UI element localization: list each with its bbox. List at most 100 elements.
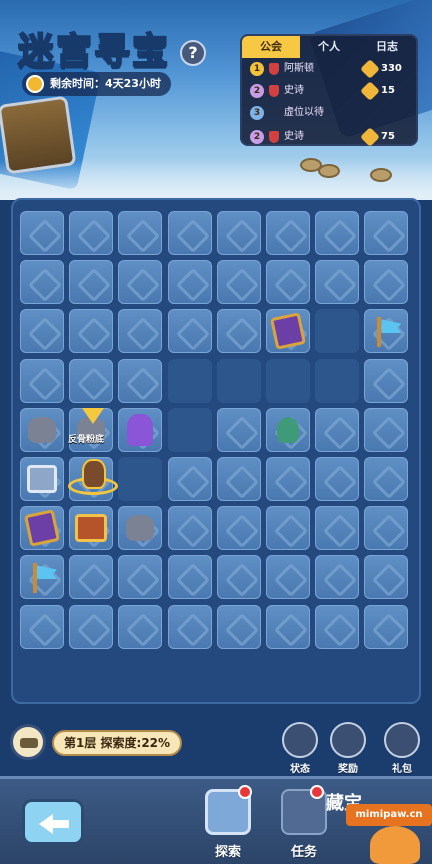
gargoyle-monster[interactable] [20, 408, 64, 452]
flag-item-sprite [29, 563, 55, 594]
maze-tile[interactable] [118, 211, 163, 255]
tab-2[interactable]: 日志 [358, 36, 416, 58]
maze-tile[interactable] [216, 211, 261, 255]
maze-tile[interactable] [69, 604, 114, 649]
maze-tile[interactable] [315, 555, 360, 600]
maze-tile[interactable] [315, 506, 360, 551]
explored-tile[interactable] [266, 358, 310, 403]
maze-tile[interactable] [69, 555, 114, 600]
spell-book-item[interactable] [266, 309, 310, 353]
maze-tile[interactable] [364, 457, 409, 501]
maze-tile[interactable] [69, 260, 114, 305]
ghost-button[interactable]: 状态 [280, 722, 320, 775]
maze-tile[interactable] [118, 358, 163, 403]
maze-tile[interactable] [118, 604, 163, 649]
help-button[interactable]: ? [180, 40, 206, 66]
goblin-monster[interactable] [266, 408, 310, 452]
purple-serpent-monster-sprite [127, 413, 154, 446]
spell-book-item-sprite [24, 509, 60, 547]
maze-tile[interactable] [167, 506, 212, 551]
purple-serpent-monster[interactable] [118, 408, 162, 452]
maze-tile[interactable] [266, 555, 310, 600]
nav-item-1[interactable]: 任务 [274, 785, 334, 863]
back-button[interactable] [22, 799, 84, 845]
rank-row: 2 史诗 75 [242, 126, 416, 148]
guild-shield-icon [269, 85, 279, 97]
maze-tile[interactable] [167, 457, 212, 501]
flag-item-sprite [373, 317, 399, 348]
maze-tile[interactable] [20, 260, 64, 305]
maze-tile[interactable] [118, 260, 163, 305]
explored-tile[interactable] [167, 407, 212, 452]
hero-character[interactable] [68, 455, 118, 499]
ranking-list: 1 阿斯顿 330 2 史诗 15 3 虚位以待 2 史诗 75 [242, 58, 416, 148]
flag-item[interactable] [20, 555, 64, 599]
maze-tile[interactable] [216, 457, 261, 501]
maze-tile[interactable] [266, 506, 310, 551]
maze-tile[interactable] [315, 604, 360, 649]
maze-tile[interactable] [266, 457, 310, 501]
rank-name: 史诗 [284, 131, 304, 142]
cat-mascot [370, 826, 420, 864]
maze-tile[interactable] [216, 506, 261, 551]
maze-tile[interactable] [364, 604, 409, 649]
maze-tile[interactable] [315, 407, 360, 452]
maze-tile[interactable] [118, 555, 163, 600]
notification-badge [310, 785, 324, 799]
explored-tile[interactable] [315, 309, 360, 354]
maze-tile[interactable] [364, 211, 409, 255]
explored-tile[interactable] [167, 358, 212, 403]
spell-book-item[interactable] [20, 506, 64, 550]
maze-tile[interactable] [266, 260, 310, 305]
tab-1[interactable]: 个人 [300, 36, 358, 58]
timer-text: 剩余时间：4天23小时 [50, 77, 161, 90]
maze-tile[interactable] [167, 211, 212, 255]
maze-tile[interactable] [266, 604, 310, 649]
maze-tile[interactable] [167, 309, 212, 354]
maze-tile[interactable] [364, 260, 409, 305]
maze-tile[interactable] [20, 604, 64, 649]
rank-row: 1 阿斯顿 330 [242, 58, 416, 80]
maze-tile[interactable] [167, 555, 212, 600]
maze-tile[interactable] [69, 211, 114, 255]
tools-button[interactable]: 奖励 [328, 722, 368, 775]
rank-score: 330 [381, 63, 402, 74]
maze-tile[interactable] [20, 358, 64, 403]
maze-tile[interactable] [20, 309, 64, 354]
notification-badge [238, 785, 252, 799]
silver-chest-item[interactable] [20, 457, 64, 501]
maze-tile[interactable] [364, 358, 409, 403]
nav-item-0[interactable]: 探索 [198, 785, 258, 863]
maze-tile[interactable] [216, 260, 261, 305]
maze-tile[interactable] [364, 555, 409, 600]
maze-tile[interactable] [364, 506, 409, 551]
gift-button[interactable]: 礼包 [382, 722, 422, 775]
maze-tile[interactable] [20, 211, 64, 255]
maze-tile[interactable] [315, 457, 360, 501]
maze-tile[interactable] [216, 407, 261, 452]
maze-tile[interactable] [315, 211, 360, 255]
maze-tile[interactable] [216, 555, 261, 600]
spell-book-item-sprite [270, 312, 306, 351]
nav-label: 任务 [290, 845, 317, 860]
tab-0[interactable]: 公会 [242, 36, 300, 58]
maze-tile[interactable] [315, 260, 360, 305]
maze-tile[interactable] [216, 309, 261, 354]
maze-tile[interactable] [167, 604, 212, 649]
rank-score: 15 [381, 85, 395, 96]
explored-tile[interactable] [118, 457, 163, 501]
maze-tile[interactable] [118, 309, 163, 354]
flag-item[interactable] [364, 309, 408, 353]
maze-tile[interactable] [364, 407, 409, 452]
maze-tile[interactable] [266, 211, 310, 255]
button-label: 状态 [290, 764, 310, 775]
gold-chest-item[interactable] [69, 506, 113, 550]
maze-tile[interactable] [69, 358, 114, 403]
chat-button[interactable] [10, 724, 46, 760]
explored-tile[interactable] [315, 358, 360, 403]
explored-tile[interactable] [216, 358, 261, 403]
maze-tile[interactable] [167, 260, 212, 305]
maze-tile[interactable] [216, 604, 261, 649]
stone-statue-monster[interactable] [118, 506, 162, 550]
maze-tile[interactable] [69, 309, 114, 354]
